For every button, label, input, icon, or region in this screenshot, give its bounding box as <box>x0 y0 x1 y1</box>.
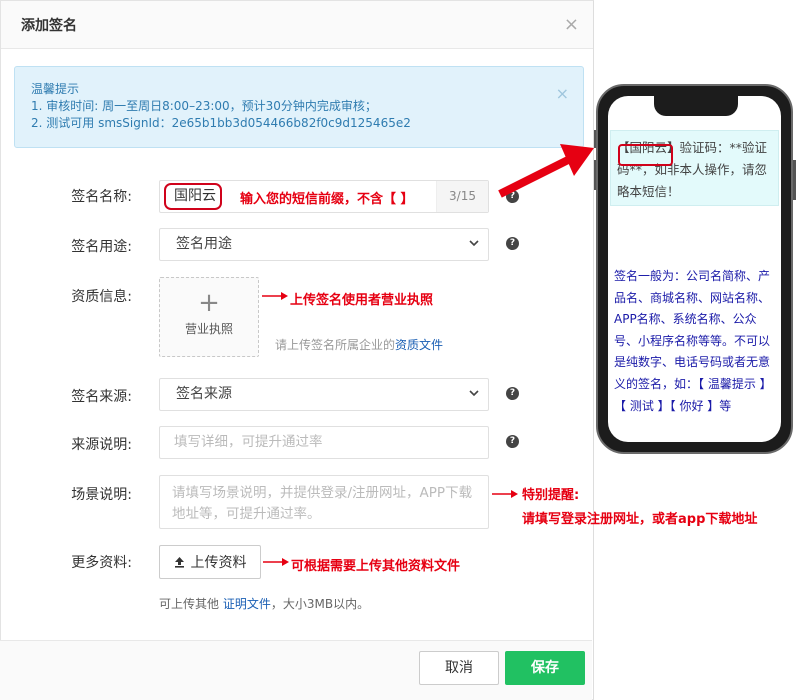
annotation-scene-body: 请填写登录注册网址，或者app下载地址 <box>522 512 758 527</box>
save-button[interactable]: 保存 <box>505 651 585 685</box>
sign-name-label: 签名名称: <box>71 189 132 205</box>
upload-icon <box>174 556 184 568</box>
cancel-button[interactable]: 取消 <box>419 651 499 685</box>
dialog-header: 添加签名 × <box>1 1 593 49</box>
sign-name-value: 国阳云 <box>174 188 216 204</box>
chevron-down-icon <box>469 240 479 247</box>
more-info-hint: 可上传其他 证明文件，大小3MB以内。 <box>159 595 369 612</box>
sign-usage-select[interactable]: 签名用途 <box>159 228 489 261</box>
notice-title: 温馨提示 <box>31 82 80 96</box>
char-counter: 3/15 <box>436 181 488 212</box>
notice-close-icon[interactable]: × <box>556 85 569 102</box>
more-info-hint-suffix: ，大小3MB以内。 <box>270 597 370 611</box>
source-desc-label: 来源说明: <box>71 437 132 453</box>
signature-guideline: 签名一般为：公司名简称、产品名、商城名称、网站名称、APP名称、系统名称、公众号… <box>614 269 772 413</box>
help-icon[interactable]: ? <box>506 237 519 250</box>
scene-desc-textarea[interactable]: 请填写场景说明，并提供登录/注册网址，APP下载地址等，可提升通过率。 <box>159 475 489 529</box>
close-icon[interactable]: × <box>564 15 579 34</box>
chevron-down-icon <box>469 390 479 397</box>
qualification-label: 资质信息: <box>71 289 132 305</box>
phone-notch <box>654 96 738 116</box>
dialog-footer <box>0 640 592 700</box>
plus-icon: + <box>198 288 220 318</box>
phone-mockup: 【国阳云】验证码：**验证码**，如非本人操作，请忽略本短信！ 签名一般为：公司… <box>596 84 793 454</box>
notice-banner: 温馨提示 1. 审核时间: 周一至周日8:00–23:00，预计30分钟内完成审… <box>14 66 584 148</box>
license-upload-box[interactable]: + 营业执照 <box>159 277 259 357</box>
canvas: 添加签名 × 温馨提示 1. 审核时间: 周一至周日8:00–23:00，预计3… <box>0 0 800 700</box>
qualification-hint: 请上传签名所属企业的资质文件 <box>275 336 443 353</box>
more-info-hint-prefix: 可上传其他 <box>159 597 220 611</box>
qualification-file-link[interactable]: 资质文件 <box>395 338 443 352</box>
notice-line-1: 1. 审核时间: 周一至周日8:00–23:00，预计30分钟内完成审核； <box>31 99 377 113</box>
annotation-arrow-icon <box>262 292 288 300</box>
scene-desc-label: 场景说明: <box>71 487 132 503</box>
annotation-arrow-icon <box>263 558 289 566</box>
upload-materials-label: 上传资料 <box>190 555 247 571</box>
notice-line-2: 2. 测试可用 smsSignId：2e65b1bb3d054466b82f0c… <box>31 116 411 130</box>
help-icon[interactable]: ? <box>506 435 519 448</box>
sign-source-select[interactable]: 签名来源 <box>159 378 489 411</box>
qualification-hint-text: 请上传签名所属企业的 <box>275 338 396 352</box>
source-desc-input[interactable]: 填写详细，可提升通过率 <box>159 426 489 459</box>
upload-materials-button[interactable]: 上传资料 <box>159 545 261 579</box>
help-icon[interactable]: ? <box>506 387 519 400</box>
annotation-sign-name: 输入您的短信前缀，不含【 】 <box>240 192 414 207</box>
dialog-title: 添加签名 <box>21 17 77 34</box>
sign-source-selected: 签名来源 <box>176 386 232 402</box>
sign-usage-selected: 签名用途 <box>176 236 232 252</box>
annotation-qualification: 上传签名使用者营业执照 <box>290 293 434 308</box>
annotation-scene-title: 特别提醒: <box>522 488 580 503</box>
annotation-more-info: 可根据需要上传其他资料文件 <box>291 559 461 574</box>
license-upload-label: 营业执照 <box>184 322 233 336</box>
sms-prefix-highlight <box>618 144 673 166</box>
phone-screen: 【国阳云】验证码：**验证码**，如非本人操作，请忽略本短信！ 签名一般为：公司… <box>608 96 781 442</box>
sign-usage-label: 签名用途: <box>71 239 132 255</box>
phone-side-button <box>793 160 796 200</box>
more-info-label: 更多资料: <box>71 555 132 571</box>
annotation-arrow-icon <box>492 490 518 498</box>
pointer-arrow-icon <box>498 144 594 198</box>
sign-source-label: 签名来源: <box>71 389 132 405</box>
proof-file-link[interactable]: 证明文件 <box>223 597 271 611</box>
sms-preview: 【国阳云】验证码：**验证码**，如非本人操作，请忽略本短信！ <box>610 130 779 206</box>
